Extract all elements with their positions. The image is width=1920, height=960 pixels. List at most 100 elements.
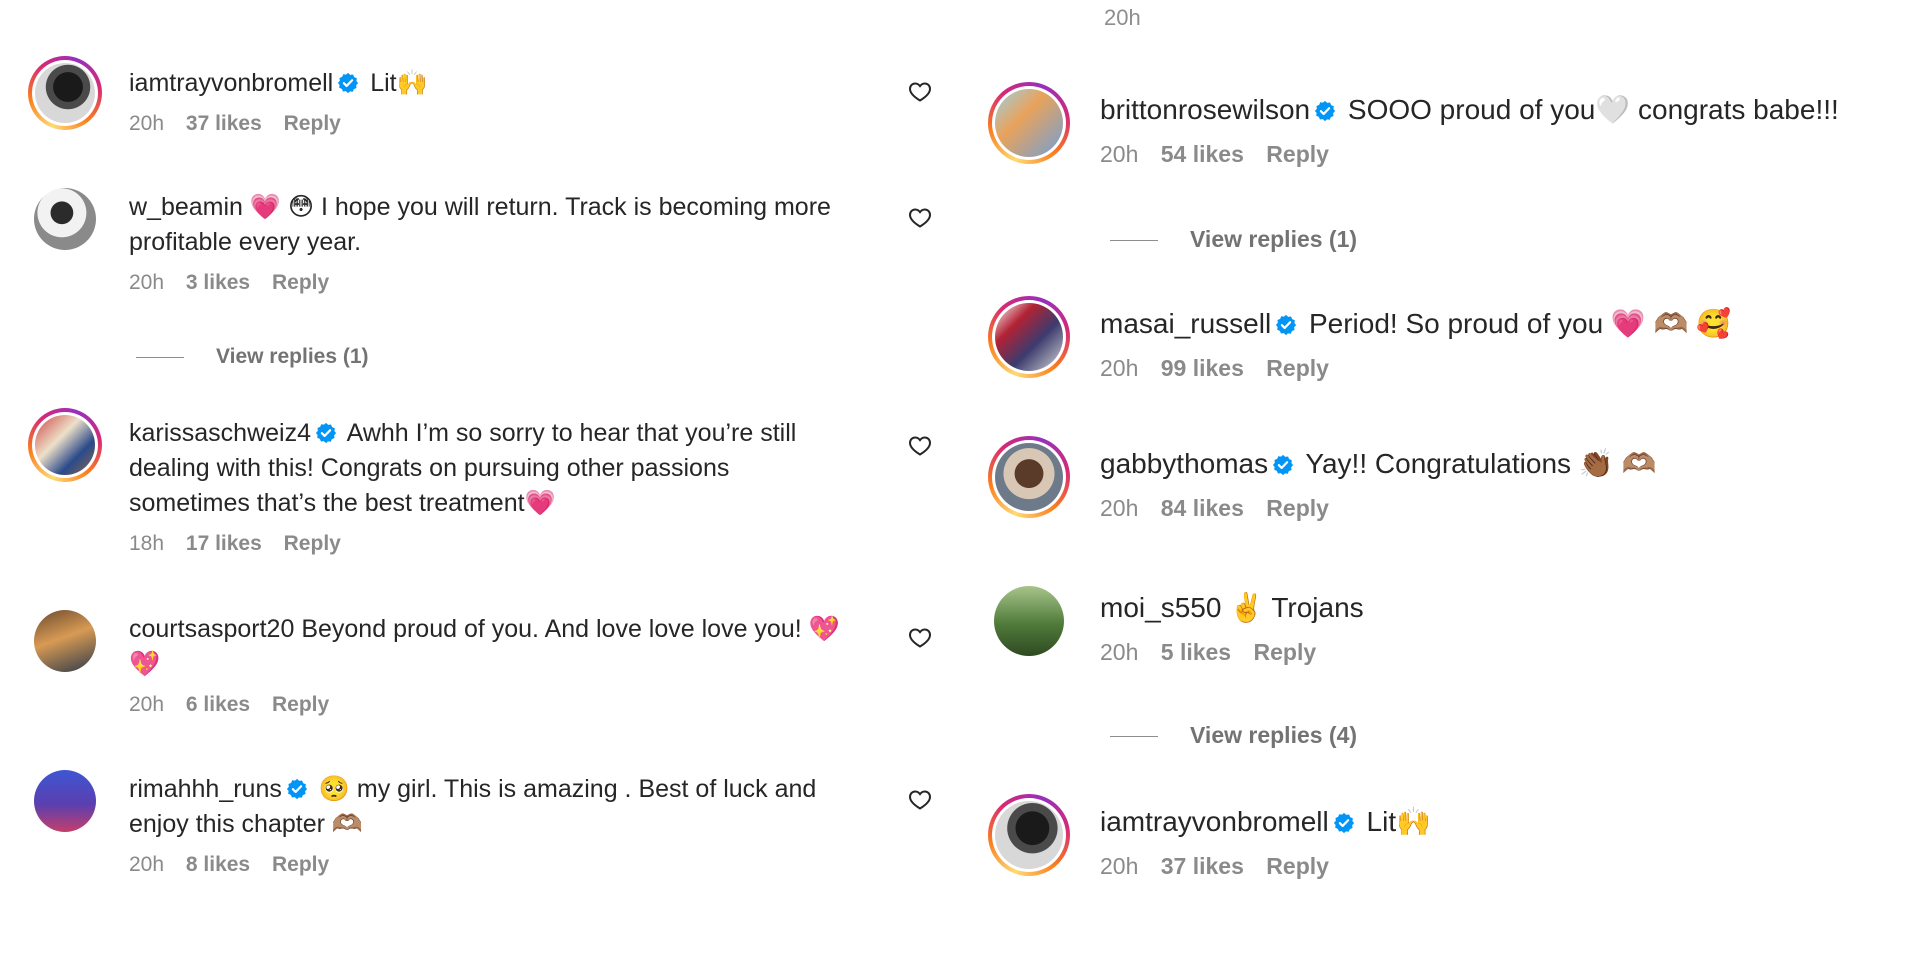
- avatar[interactable]: [988, 580, 1070, 662]
- avatar[interactable]: [988, 794, 1070, 876]
- comment-username[interactable]: masai_russell: [1100, 308, 1271, 339]
- view-replies-button[interactable]: View replies (1): [1110, 226, 1357, 252]
- avatar[interactable]: [28, 182, 102, 256]
- comment-text-line: rimahhh_runs 🥺 my girl. This is amazing …: [129, 772, 852, 842]
- avatar-image: [995, 443, 1063, 511]
- comment-body: Lit🙌: [1366, 806, 1431, 837]
- comments-column-right: brittonrosewilson SOOO proud of you🤍 con…: [960, 0, 1920, 960]
- verified-badge-icon: [337, 72, 359, 94]
- comment-username[interactable]: gabbythomas: [1100, 448, 1268, 479]
- comment-meta: 20h 8 likes Reply: [129, 852, 852, 878]
- comment-body: SOOO proud of you🤍 congrats babe!!!: [1347, 94, 1839, 125]
- comment-likes-count[interactable]: 3 likes: [186, 271, 250, 294]
- reply-button[interactable]: Reply: [284, 532, 341, 555]
- avatar-image: [34, 770, 96, 832]
- comment-meta: 20h 6 likes Reply: [129, 692, 852, 718]
- comment-body: Yay!! Congratulations 👏🏾 🫶🏽: [1305, 448, 1657, 479]
- comment-likes-count[interactable]: 54 likes: [1161, 141, 1244, 167]
- comment-timestamp: 20h: [129, 853, 165, 876]
- avatar-image: [35, 63, 95, 123]
- comment-username[interactable]: rimahhh_runs: [129, 775, 282, 803]
- reply-button[interactable]: Reply: [1266, 495, 1329, 521]
- comment-username[interactable]: karissaschweiz4: [129, 419, 311, 447]
- comment-timestamp: 20h: [1100, 141, 1139, 167]
- reply-button[interactable]: Reply: [272, 853, 329, 876]
- comment-body: Period! So proud of you 💗 🫶🏽 🥰: [1308, 308, 1732, 339]
- reply-button[interactable]: Reply: [1266, 141, 1329, 167]
- view-replies-button[interactable]: View replies (1): [136, 344, 369, 370]
- comment-text-line: brittonrosewilson SOOO proud of you🤍 con…: [1100, 92, 1920, 127]
- comment-timestamp: 20h: [129, 112, 165, 135]
- comment-meta: 20h 54 likes Reply: [1100, 141, 1920, 167]
- view-replies-label: View replies (1): [1190, 226, 1358, 252]
- comments-screen: iamtrayvonbromell Lit🙌 20h 37 likes Repl…: [0, 0, 1920, 960]
- comment-timestamp: 20h: [1100, 853, 1139, 879]
- comment-username[interactable]: moi_s550: [1100, 592, 1221, 623]
- comment-meta: 20h 37 likes Reply: [129, 111, 852, 137]
- view-replies-label: View replies (1): [216, 345, 369, 368]
- view-replies-label: View replies (4): [1190, 722, 1358, 748]
- avatar-image: [994, 586, 1064, 656]
- comment-username[interactable]: w_beamin: [129, 193, 243, 221]
- comment-text-line: iamtrayvonbromell Lit🙌: [129, 66, 852, 101]
- comment-username[interactable]: iamtrayvonbromell: [1100, 806, 1329, 837]
- divider: [1110, 736, 1158, 738]
- comment-likes-count[interactable]: 84 likes: [1161, 495, 1244, 521]
- verified-badge-icon: [1272, 454, 1294, 476]
- comment-likes-count[interactable]: 37 likes: [186, 112, 262, 135]
- comment-body: Lit🙌: [370, 69, 428, 97]
- avatar-image: [34, 610, 96, 672]
- avatar[interactable]: [988, 436, 1070, 518]
- comment-text-line: karissaschweiz4 Awhh I’m so sorry to hea…: [129, 416, 852, 521]
- reply-button[interactable]: Reply: [284, 112, 341, 135]
- comment-timestamp: 20h: [129, 271, 165, 294]
- avatar[interactable]: [988, 82, 1070, 164]
- comment-meta: 20h 99 likes Reply: [1100, 355, 1920, 381]
- comment-text-line: gabbythomas Yay!! Congratulations 👏🏾 🫶🏽: [1100, 446, 1920, 481]
- comment-timestamp: 20h: [1100, 639, 1139, 665]
- comment-username[interactable]: brittonrosewilson: [1100, 94, 1310, 125]
- heart-outline-icon[interactable]: [908, 80, 932, 104]
- avatar[interactable]: [28, 56, 102, 130]
- view-replies-button[interactable]: View replies (4): [1110, 722, 1357, 748]
- avatar-image: [35, 415, 95, 475]
- comment-timestamp: 20h: [1100, 495, 1139, 521]
- avatar[interactable]: [988, 296, 1070, 378]
- heart-outline-icon[interactable]: [908, 206, 932, 230]
- avatar-image: [995, 303, 1063, 371]
- heart-outline-icon[interactable]: [908, 788, 932, 812]
- heart-outline-icon[interactable]: [908, 434, 932, 458]
- comment-likes-count[interactable]: 17 likes: [186, 532, 262, 555]
- comment-text-line: iamtrayvonbromell Lit🙌: [1100, 804, 1920, 839]
- comments-column-left: iamtrayvonbromell Lit🙌 20h 37 likes Repl…: [0, 0, 960, 960]
- avatar[interactable]: [28, 604, 102, 678]
- comment-text-line: moi_s550 ✌️ Trojans: [1100, 590, 1920, 625]
- comment-likes-count[interactable]: 8 likes: [186, 853, 250, 876]
- comment-meta: 18h 17 likes Reply: [129, 531, 852, 557]
- comment-text-line: courtsasport20 Beyond proud of you. And …: [129, 612, 852, 682]
- comment-meta: 20h 84 likes Reply: [1100, 495, 1920, 521]
- heart-outline-icon[interactable]: [908, 626, 932, 650]
- reply-button[interactable]: Reply: [1266, 355, 1329, 381]
- avatar-image: [995, 801, 1063, 869]
- reply-button[interactable]: Reply: [272, 271, 329, 294]
- reply-button[interactable]: Reply: [1266, 853, 1329, 879]
- avatar[interactable]: [28, 764, 102, 838]
- verified-badge-icon: [286, 778, 308, 800]
- verified-badge-icon: [1275, 314, 1297, 336]
- reply-button[interactable]: Reply: [272, 693, 329, 716]
- comment-username[interactable]: iamtrayvonbromell: [129, 69, 333, 97]
- comment-meta: 20h 37 likes Reply: [1100, 853, 1920, 879]
- avatar[interactable]: [28, 408, 102, 482]
- comment-text-line: masai_russell Period! So proud of you 💗 …: [1100, 306, 1920, 341]
- comment-likes-count[interactable]: 37 likes: [1161, 853, 1244, 879]
- comment-timestamp: 20h: [1100, 355, 1139, 381]
- comment-body: ✌️ Trojans: [1229, 592, 1364, 623]
- divider: [1110, 240, 1158, 242]
- comment-likes-count[interactable]: 6 likes: [186, 693, 250, 716]
- comment-likes-count[interactable]: 99 likes: [1161, 355, 1244, 381]
- verified-badge-icon: [1333, 812, 1355, 834]
- comment-likes-count[interactable]: 5 likes: [1161, 639, 1231, 665]
- comment-username[interactable]: courtsasport20: [129, 615, 294, 643]
- reply-button[interactable]: Reply: [1254, 639, 1317, 665]
